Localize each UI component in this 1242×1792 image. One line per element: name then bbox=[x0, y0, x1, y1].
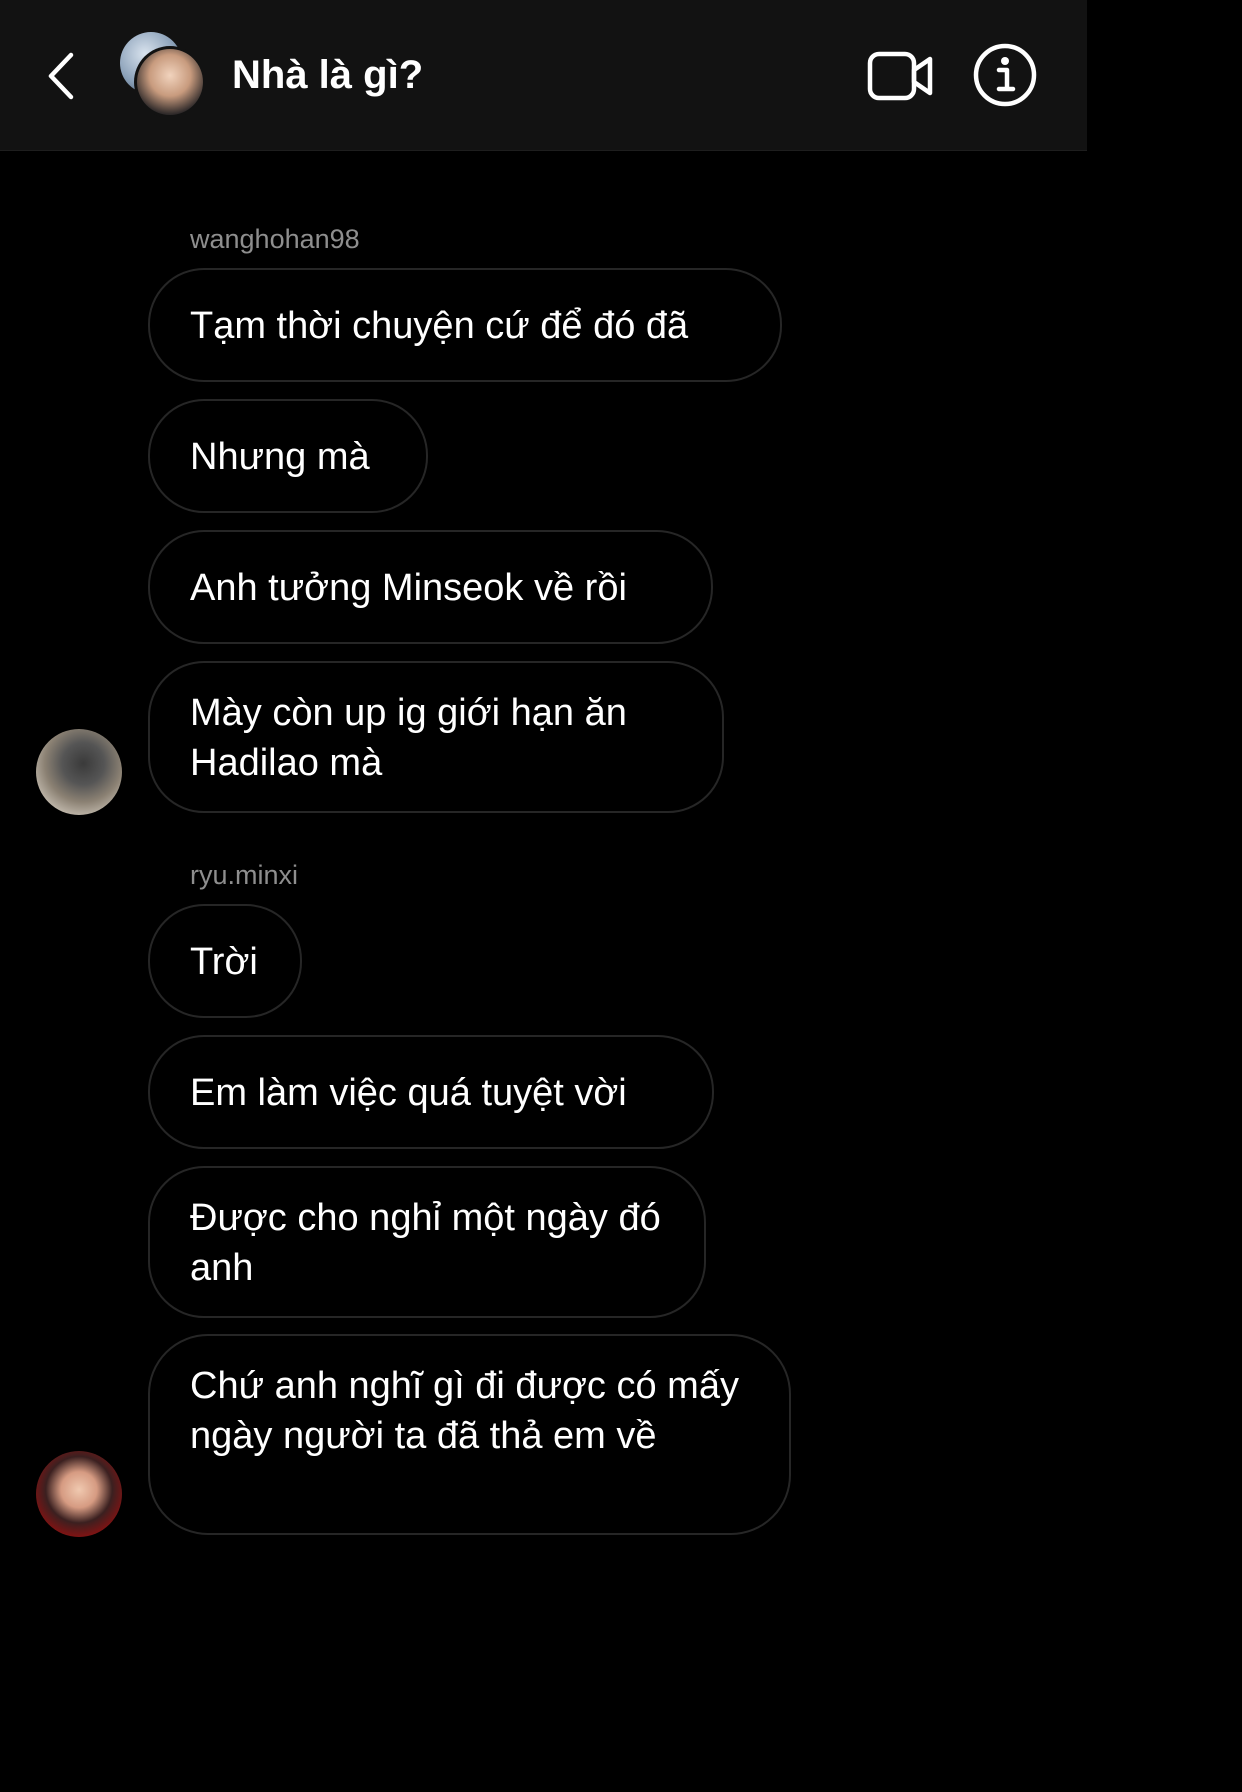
sender-name: wanghohan98 bbox=[190, 224, 360, 254]
video-camera-icon bbox=[867, 51, 933, 101]
video-call-button[interactable] bbox=[866, 48, 936, 104]
avatar[interactable] bbox=[36, 1451, 122, 1537]
message-bubble[interactable]: Trời bbox=[148, 904, 302, 1018]
info-button[interactable] bbox=[972, 42, 1038, 108]
avatar[interactable] bbox=[36, 729, 122, 815]
info-icon bbox=[973, 43, 1037, 107]
group-avatar-front bbox=[134, 46, 206, 118]
message-bubble[interactable]: Em làm việc quá tuyệt vời bbox=[148, 1035, 714, 1149]
group-avatar[interactable] bbox=[120, 32, 208, 120]
message-bubble[interactable]: Tạm thời chuyện cứ để đó đã bbox=[148, 268, 782, 382]
message-bubble[interactable]: Được cho nghỉ một ngày đó anh bbox=[148, 1166, 706, 1318]
message-bubble[interactable]: Mày còn up ig giới hạn ăn Hadilao mà bbox=[148, 661, 724, 813]
chevron-left-icon bbox=[48, 52, 74, 100]
chat-title[interactable]: Nhà là gì? bbox=[232, 50, 423, 100]
message-bubble[interactable]: Nhưng mà bbox=[148, 399, 428, 513]
message-bubble[interactable]: Chứ anh nghĩ gì đi được có mấy ngày ngườ… bbox=[148, 1334, 791, 1535]
sender-name: ryu.minxi bbox=[190, 860, 299, 890]
chat-header: Nhà là gì? bbox=[0, 0, 1087, 151]
message-bubble[interactable]: Anh tưởng Minseok về rồi bbox=[148, 530, 713, 644]
back-button[interactable] bbox=[38, 48, 82, 104]
